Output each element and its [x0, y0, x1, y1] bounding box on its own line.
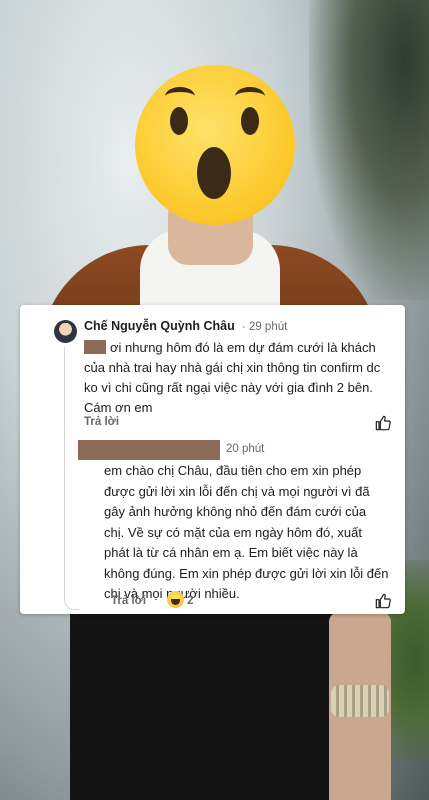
avatar[interactable] [54, 320, 77, 343]
left-eye [170, 107, 188, 135]
reply-text: em chào chị Châu, đầu tiên cho em xin ph… [104, 463, 389, 601]
redacted-name [84, 340, 106, 354]
person-trousers [70, 612, 340, 800]
reply-time: 20 phút [226, 443, 265, 455]
shocked-face-emoji-icon [135, 65, 295, 225]
right-eyebrow [235, 87, 265, 106]
comment-body: ơi nhưng hôm đó là em dự đám cưới là khá… [84, 340, 381, 415]
comment-text: ơi nhưng hôm đó là em dự đám cưới là khá… [84, 338, 389, 418]
comment-author[interactable]: Chế Nguyễn Quỳnh Châu · 29 phút [84, 319, 287, 333]
author-name[interactable]: Chế Nguyễn Quỳnh Châu [84, 319, 235, 333]
reply-button[interactable]: Trả lời [111, 595, 146, 607]
thumbs-up-icon[interactable] [375, 415, 391, 436]
left-eyebrow [165, 87, 195, 106]
reaction-count[interactable]: 2 [187, 595, 193, 607]
redacted-author [78, 440, 220, 460]
comment-card: Chế Nguyễn Quỳnh Châu · 29 phút ơi nhưng… [20, 305, 405, 614]
wristwatch [331, 685, 389, 717]
thumbs-up-icon[interactable] [375, 593, 391, 614]
reply-button[interactable]: Trả lời [84, 416, 119, 428]
comment-time: 29 phút [248, 321, 288, 333]
right-eye [241, 107, 259, 135]
open-mouth [197, 147, 231, 199]
reply-thread-line [64, 347, 79, 610]
tree-foliage [309, 0, 429, 300]
reaction-mouth [171, 599, 180, 605]
laughing-face-icon[interactable] [167, 591, 184, 608]
